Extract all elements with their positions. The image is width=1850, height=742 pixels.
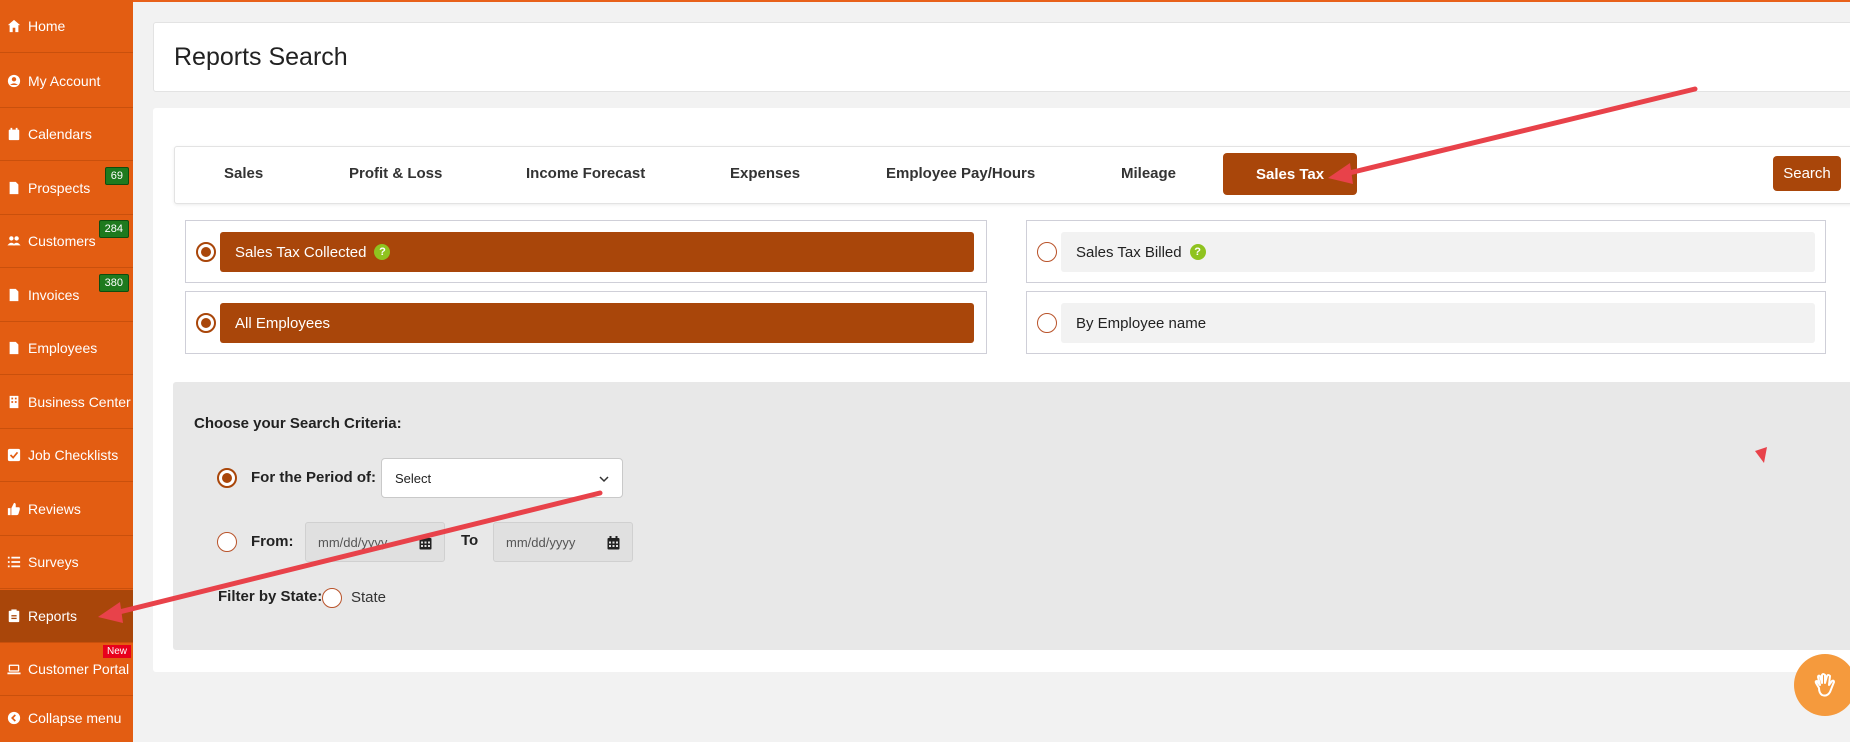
sidebar-item-label: Prospects [28,180,91,196]
calendar-icon[interactable] [607,536,620,550]
thumbs-up-icon [6,501,22,517]
all-employees-radio[interactable] [196,313,216,333]
to-label: To [461,532,479,549]
sidebar-item-label: Employees [28,340,98,356]
sidebar: Home My Account Calendars Prospects 69 C… [0,0,133,742]
sales-tax-billed-option[interactable]: Sales Tax Billed ? [1061,232,1815,272]
by-employee-name-radio[interactable] [1037,313,1057,333]
laptop-icon [6,661,22,677]
criteria-title: Choose your Search Criteria: [194,415,402,432]
from-date-placeholder: mm/dd/yyyy [318,534,388,550]
sidebar-item-home[interactable]: Home [0,0,133,53]
new-badge: New [102,645,131,658]
sidebar-item-label: Business Center [28,394,131,410]
option-label: Sales Tax Billed [1076,243,1182,261]
clipboard-icon [6,608,22,624]
prospects-count-badge: 69 [104,167,129,185]
tab-income-forecast[interactable]: Income Forecast [526,165,645,182]
all-employees-option[interactable]: All Employees [220,303,974,343]
option-label: Sales Tax Collected [235,243,367,261]
sidebar-item-label: Surveys [28,554,79,570]
sidebar-item-label: Invoices [28,287,80,303]
chevron-left-icon [6,710,22,726]
date-range-radio[interactable] [217,532,237,552]
calendar-icon [6,126,22,142]
tab-expenses[interactable]: Expenses [730,165,800,182]
sales-tax-collected-option[interactable]: Sales Tax Collected ? [220,232,974,272]
list-icon [6,554,22,570]
sidebar-item-label: Collapse menu [28,709,122,726]
tab-mileage[interactable]: Mileage [1121,165,1176,182]
building-icon [6,394,22,410]
sidebar-item-calendars[interactable]: Calendars [0,108,133,161]
sidebar-item-customer-portal[interactable]: Customer Portal New [0,643,133,696]
sidebar-item-reports[interactable]: Reports [0,590,133,643]
by-employee-name-box: By Employee name [1026,291,1826,354]
sales-tax-billed-box: Sales Tax Billed ? [1026,220,1826,283]
state-option-label: State [351,589,387,606]
file-icon [6,340,22,356]
sidebar-item-business-center[interactable]: Business Center [0,376,133,429]
option-label: All Employees [235,314,331,332]
filter-state-label: Filter by State: [218,588,323,605]
sidebar-item-label: Job Checklists [28,447,119,463]
to-date-placeholder: mm/dd/yyyy [506,534,576,550]
sidebar-item-label: Customer Portal [28,661,130,677]
help-icon[interactable]: ? [1189,244,1206,260]
sidebar-item-employees[interactable]: Employees [0,322,133,375]
sidebar-item-label: My Account [28,73,101,89]
chevron-down-icon [599,476,609,483]
sidebar-item-label: Calendars [28,126,92,142]
state-radio[interactable] [322,588,342,608]
sidebar-item-prospects[interactable]: Prospects 69 [0,162,133,215]
period-select-value: Select [395,470,432,486]
by-employee-name-option[interactable]: By Employee name [1061,303,1815,343]
help-icon[interactable]: ? [374,244,391,260]
sidebar-item-label: Reviews [28,501,81,517]
sidebar-item-label: Customers [28,233,96,249]
home-icon [6,18,22,34]
tab-profit-loss[interactable]: Profit & Loss [349,165,442,182]
sales-tax-collected-box: Sales Tax Collected ? [185,220,987,283]
tab-sales-tax[interactable]: Sales Tax [1223,153,1358,195]
calendar-icon[interactable] [419,536,432,550]
all-employees-box: All Employees [185,291,987,354]
customers-count-badge: 284 [98,220,129,238]
from-date-input[interactable]: mm/dd/yyyy [305,522,445,562]
option-label: By Employee name [1076,314,1207,332]
users-icon [6,233,22,249]
from-label: From: [251,533,294,550]
sidebar-item-customers[interactable]: Customers 284 [0,215,133,268]
sales-tax-collected-radio[interactable] [196,242,216,262]
sidebar-item-label: Home [28,18,66,34]
search-button[interactable]: Search [1773,156,1841,191]
user-circle-icon [6,73,22,89]
search-criteria-panel [173,382,1850,650]
report-tabs: Sales Profit & Loss Income Forecast Expe… [174,146,1850,204]
sidebar-item-label: Reports [28,608,78,624]
to-date-input[interactable]: mm/dd/yyyy [493,522,633,562]
waving-hand-icon [1814,673,1835,697]
chat-widget-button[interactable] [1794,654,1850,716]
tab-sales[interactable]: Sales [224,165,263,182]
header-card: Reports Search [153,22,1850,92]
sales-tax-billed-radio[interactable] [1037,242,1057,262]
collapse-menu-button[interactable]: Collapse menu [0,693,133,742]
file-icon [6,180,22,196]
invoices-count-badge: 380 [98,274,129,292]
top-accent-line [0,0,1850,2]
page-title: Reports Search [174,43,348,71]
period-select[interactable]: Select [381,458,623,498]
file-icon [6,287,22,303]
period-radio[interactable] [217,468,237,488]
sidebar-item-invoices[interactable]: Invoices 380 [0,269,133,322]
sidebar-item-my-account[interactable]: My Account [0,55,133,108]
checkbox-icon [6,447,22,463]
period-label: For the Period of: [251,469,376,486]
sidebar-item-job-checklists[interactable]: Job Checklists [0,429,133,482]
sidebar-item-reviews[interactable]: Reviews [0,483,133,536]
tab-employee-pay-hours[interactable]: Employee Pay/Hours [886,165,1035,182]
sidebar-item-surveys[interactable]: Surveys [0,536,133,589]
